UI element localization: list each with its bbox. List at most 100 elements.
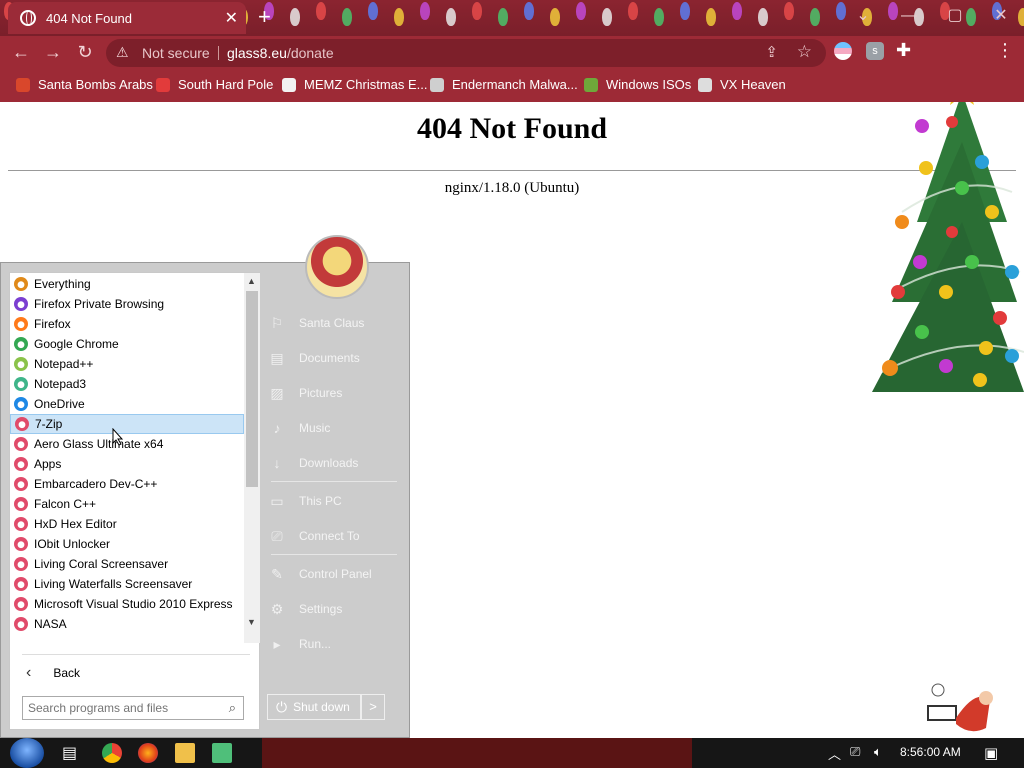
program-icon — [14, 357, 28, 371]
extension-s-icon[interactable]: s — [866, 42, 884, 60]
warning-icon[interactable]: ⚠ — [116, 44, 129, 61]
program-label: HxD Hex Editor — [34, 517, 117, 531]
start-orb-button[interactable] — [10, 738, 44, 768]
search-icon[interactable]: ⌕ — [229, 700, 236, 716]
action-center-icon[interactable]: ▣ — [984, 744, 998, 762]
start-link-label: Music — [299, 421, 331, 435]
program-item[interactable]: IObit Unlocker — [10, 534, 244, 554]
bookmark-item[interactable]: Endermanch Malwa... — [430, 77, 578, 92]
url-host: glass8.eu — [227, 45, 287, 61]
tab-search-icon[interactable]: ⌄ — [840, 0, 886, 32]
volume-icon[interactable]: 🔈︎ — [874, 744, 882, 760]
start-link-separator — [271, 554, 397, 555]
start-link-downloads[interactable]: ↓ Downloads — [269, 452, 399, 474]
program-item[interactable]: Notepad++ — [10, 354, 244, 374]
program-item[interactable]: Falcon C++ — [10, 494, 244, 514]
share-icon[interactable]: ⇪ — [765, 43, 778, 61]
program-item[interactable]: HxD Hex Editor — [10, 514, 244, 534]
scroll-down-icon[interactable]: ▼ — [247, 617, 256, 627]
program-item[interactable]: OneDrive — [10, 394, 244, 414]
gear-icon: ⚙ — [270, 600, 284, 617]
shutdown-options-button[interactable]: > — [361, 694, 385, 720]
extensions-puzzle-icon[interactable]: ✚ — [896, 40, 911, 61]
back-button[interactable]: ‹ Back — [18, 661, 250, 685]
start-link-computer[interactable]: ▭ This PC — [269, 490, 399, 512]
taskbar: ▤ ︿ ⎚ 🔈︎ 8:56:00 AM ▣ — [0, 738, 1024, 768]
shutdown-button[interactable]: ⏻ Shut down — [267, 694, 361, 720]
tab-title: 404 Not Found — [46, 10, 133, 26]
program-list: Everything Firefox Private Browsing Firefo… — [9, 272, 260, 730]
program-icon — [14, 297, 28, 311]
program-item[interactable]: Microsoft Visual Studio 2010 Express — [10, 594, 244, 614]
search-input[interactable] — [28, 698, 218, 718]
start-search-box[interactable]: ⌕ — [22, 696, 244, 720]
user-avatar[interactable] — [305, 235, 369, 299]
close-tab-icon[interactable]: ✕ — [225, 8, 238, 28]
program-item[interactable]: Living Coral Screensaver — [10, 554, 244, 574]
show-hidden-icons-icon[interactable]: ︿ — [828, 744, 841, 763]
security-label[interactable]: Not secure — [142, 45, 210, 61]
start-link-user[interactable]: ⚐ Santa Claus — [269, 312, 399, 334]
notepad3-taskbar-icon[interactable] — [212, 743, 232, 763]
minimize-button[interactable]: — — [886, 0, 932, 32]
scroll-up-icon[interactable]: ▲ — [247, 276, 256, 286]
task-view-icon[interactable]: ▤ — [62, 743, 82, 763]
computer-icon: ▭ — [270, 492, 284, 509]
program-item[interactable]: Apps — [10, 454, 244, 474]
bookmark-item[interactable]: Santa Bombs Arabs — [16, 77, 153, 92]
address-bar[interactable]: ⚠ Not secure glass8.eu/donate ⇪ ☆ — [106, 39, 826, 67]
bookmark-item[interactable]: South Hard Pole — [156, 77, 273, 92]
light-bulb-icon — [706, 8, 716, 26]
firefox-taskbar-icon[interactable] — [138, 743, 158, 763]
taskbar-clock[interactable]: 8:56:00 AM — [900, 745, 961, 759]
bookmark-star-icon[interactable]: ☆ — [797, 42, 812, 62]
program-item[interactable]: Firefox Private Browsing — [10, 294, 244, 314]
start-link-label: Connect To — [299, 529, 360, 543]
start-link-pictures[interactable]: ▨ Pictures — [269, 382, 399, 404]
program-item[interactable]: Firefox — [10, 314, 244, 334]
start-link-network[interactable]: ⎚ Connect To — [269, 525, 399, 547]
program-list-scrollbar[interactable]: ▲ ▼ — [244, 273, 260, 643]
new-tab-button[interactable]: + — [258, 4, 271, 30]
start-link-wrench[interactable]: ✎ Control Panel — [269, 563, 399, 585]
network-icon[interactable]: ⎚ — [850, 744, 860, 760]
program-item[interactable]: Google Chrome — [10, 334, 244, 354]
chrome-taskbar-icon[interactable] — [102, 743, 122, 763]
program-item[interactable]: Notepad3 — [10, 374, 244, 394]
light-bulb-icon — [680, 2, 690, 20]
program-item[interactable]: Embarcadero Dev-C++ — [10, 474, 244, 494]
program-item[interactable]: 7-Zip — [10, 414, 244, 434]
program-item[interactable]: NASA — [10, 614, 244, 634]
extension-flag-icon[interactable] — [834, 42, 852, 60]
maximize-button[interactable]: ▢ — [932, 0, 978, 32]
program-item[interactable]: Everything — [10, 274, 244, 294]
back-arrow-icon[interactable]: ← — [8, 42, 34, 63]
program-item[interactable]: Living Waterfalls Screensaver — [10, 574, 244, 594]
light-bulb-icon — [342, 8, 352, 26]
start-link-music[interactable]: ♪ Music — [269, 417, 399, 439]
bookmark-label: VX Heaven — [720, 77, 786, 92]
bookmark-item[interactable]: Windows ISOs — [584, 77, 691, 92]
light-bulb-icon — [498, 8, 508, 26]
reload-icon[interactable]: ↻ — [72, 42, 98, 63]
file-explorer-taskbar-icon[interactable] — [175, 743, 195, 763]
menu-kebab-icon[interactable]: ⋮ — [996, 40, 1014, 61]
light-bulb-icon — [316, 2, 326, 20]
start-link-documents[interactable]: ▤ Documents — [269, 347, 399, 369]
program-label: Microsoft Visual Studio 2010 Express — [34, 597, 233, 611]
start-link-label: Run... — [299, 637, 332, 651]
bookmark-item[interactable]: MEMZ Christmas E... — [282, 77, 428, 92]
light-bulb-icon — [420, 2, 430, 20]
browser-tab[interactable]: 404 Not Found ✕ — [8, 2, 246, 34]
close-window-button[interactable]: ✕ — [978, 0, 1024, 32]
url-text[interactable]: glass8.eu/donate — [227, 45, 334, 61]
chevron-left-icon: ‹ — [26, 664, 32, 681]
program-item[interactable]: Aero Glass Ultimate x64 — [10, 434, 244, 454]
bookmark-item[interactable]: VX Heaven — [698, 77, 786, 92]
start-link-run[interactable]: ▸ Run... — [269, 633, 399, 655]
start-link-gear[interactable]: ⚙ Settings — [269, 598, 399, 620]
scrollbar-thumb[interactable] — [246, 291, 258, 487]
tree-icon — [584, 77, 598, 92]
start-link-label: This PC — [299, 494, 342, 508]
forward-arrow-icon[interactable]: → — [40, 42, 66, 63]
